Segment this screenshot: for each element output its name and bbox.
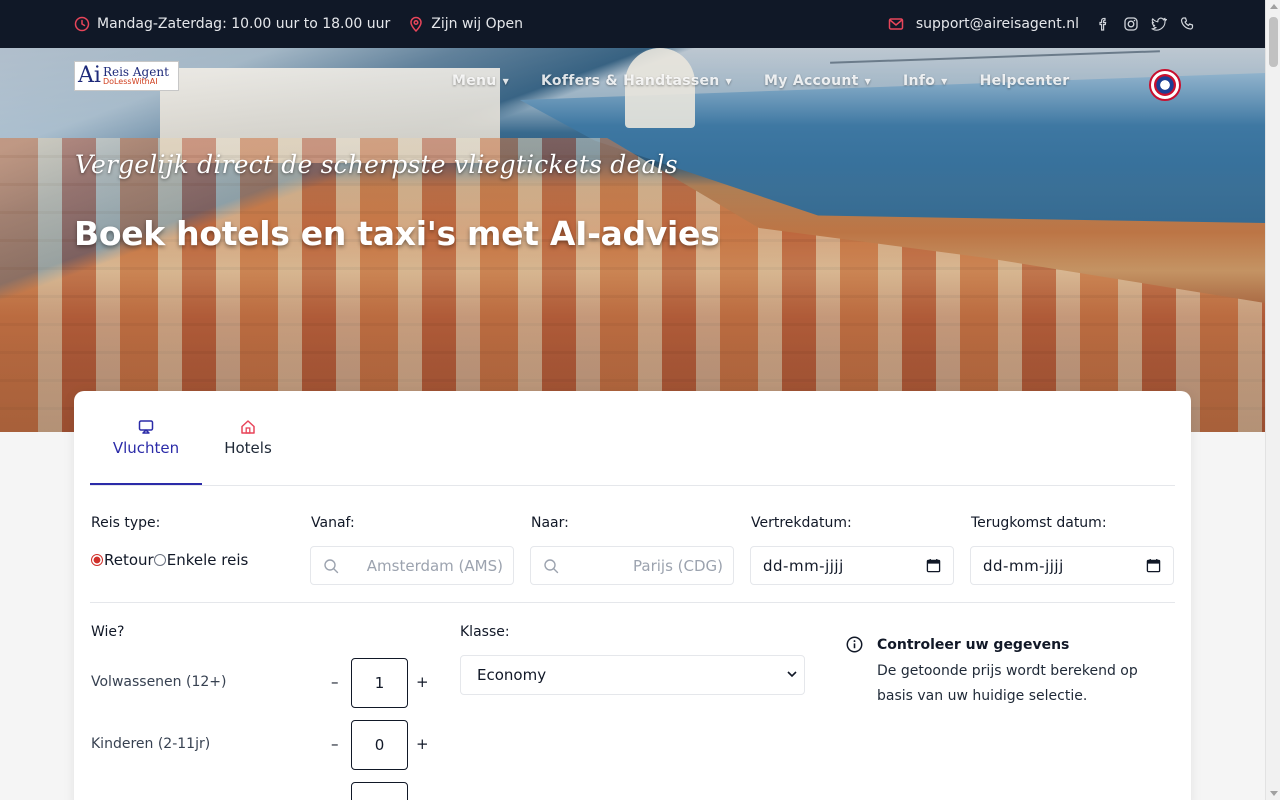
children-label: Kinderen (2-11jr) bbox=[91, 736, 211, 752]
return-date-label: Terugkomst datum: bbox=[971, 515, 1107, 531]
search-tabs: Vluchten Hotels bbox=[90, 419, 1175, 486]
nav-item-menu[interactable]: Menu ▼ bbox=[452, 73, 509, 89]
search-icon bbox=[324, 559, 339, 574]
chevron-down-icon bbox=[787, 671, 797, 678]
notice-body: De getoonde prijs wordt berekend op basi… bbox=[877, 663, 1138, 704]
nav-item-my-account[interactable]: My Account ▼ bbox=[764, 73, 871, 89]
return-date-value: dd-mm-jjjj bbox=[983, 557, 1064, 575]
trip-type-label: Reis type: bbox=[91, 515, 161, 531]
radio-retour-label[interactable]: Retour bbox=[104, 551, 154, 569]
plane-screen-icon bbox=[138, 420, 154, 434]
nav-item-koffers[interactable]: Koffers & Handtassen ▼ bbox=[541, 73, 732, 89]
notice-title: Controleer uw gegevens bbox=[877, 637, 1070, 653]
tab-hotels[interactable]: Hotels bbox=[210, 419, 286, 485]
hero-subtitle: Vergelijk direct de scherpste vliegticke… bbox=[75, 150, 678, 179]
logo-ai-mark: Ai bbox=[78, 63, 101, 88]
hero-title: Boek hotels en taxi's met AI-advies bbox=[74, 214, 720, 253]
nav-item-helpcenter[interactable]: Helpcenter bbox=[980, 73, 1070, 89]
chevron-down-icon: ▼ bbox=[502, 76, 510, 86]
clock-icon bbox=[74, 16, 90, 32]
from-input-placeholder: Amsterdam (AMS) bbox=[366, 557, 503, 575]
calendar-icon[interactable] bbox=[1146, 558, 1161, 573]
adults-count-input[interactable]: 1 bbox=[351, 658, 408, 708]
adults-plus-button[interactable]: + bbox=[416, 673, 429, 691]
open-status-text: Zijn wij Open bbox=[431, 16, 524, 32]
depart-date-input[interactable]: dd-mm-jjjj bbox=[750, 546, 954, 585]
nav-item-info[interactable]: Info ▼ bbox=[903, 73, 948, 89]
to-input-placeholder: Parijs (CDG) bbox=[633, 557, 723, 575]
depart-date-value: dd-mm-jjjj bbox=[763, 557, 844, 575]
language-flag-icon[interactable] bbox=[1149, 69, 1181, 101]
info-icon bbox=[846, 636, 863, 653]
flight-search-card: Vluchten Hotels Reis type: Retour Enkele… bbox=[74, 391, 1191, 800]
facebook-icon[interactable] bbox=[1095, 16, 1111, 32]
return-date-input[interactable]: dd-mm-jjjj bbox=[970, 546, 1174, 585]
logo-tagline: DoLessWithAI bbox=[102, 77, 158, 86]
opening-hours-text: Mandag-Zaterdag: 10.00 uur to 18.00 uur bbox=[97, 16, 391, 32]
tab-vluchten[interactable]: Vluchten bbox=[90, 419, 202, 485]
radio-retour[interactable] bbox=[91, 554, 103, 566]
calendar-icon[interactable] bbox=[926, 558, 941, 573]
radio-enkele-reis-label[interactable]: Enkele reis bbox=[167, 551, 249, 569]
adults-label: Volwassenen (12+) bbox=[91, 674, 227, 690]
to-label: Naar: bbox=[531, 515, 569, 531]
infants-count-input[interactable] bbox=[351, 782, 408, 800]
class-select-value: Economy bbox=[477, 666, 547, 684]
opening-hours: Mandag-Zaterdag: 10.00 uur to 18.00 uur bbox=[74, 16, 390, 32]
chevron-down-icon: ▼ bbox=[864, 76, 872, 86]
children-count-input[interactable]: 0 bbox=[351, 720, 408, 770]
section-divider bbox=[90, 602, 1175, 603]
site-logo[interactable]: Ai Reis Agent DoLessWithAI bbox=[74, 61, 179, 91]
instagram-icon[interactable] bbox=[1123, 16, 1139, 32]
phone-icon[interactable] bbox=[1179, 16, 1195, 32]
class-label: Klasse: bbox=[460, 624, 510, 640]
tab-vluchten-label: Vluchten bbox=[112, 439, 180, 457]
from-label: Vanaf: bbox=[311, 515, 355, 531]
main-nav: Menu ▼ Koffers & Handtassen ▼ My Account ▼ … bbox=[452, 73, 1069, 89]
top-info-left: Mandag-Zaterdag: 10.00 uur to 18.00 uur … bbox=[74, 0, 523, 48]
from-input[interactable]: Amsterdam (AMS) bbox=[310, 546, 514, 585]
scrollbar-thumb[interactable] bbox=[1269, 17, 1278, 67]
twitter-icon[interactable] bbox=[1151, 16, 1167, 32]
page-scrollbar[interactable] bbox=[1265, 0, 1280, 800]
top-info-right: support@aireisagent.nl bbox=[888, 0, 1195, 48]
radio-enkele-reis[interactable] bbox=[153, 554, 166, 566]
children-plus-button[interactable]: + bbox=[416, 735, 429, 753]
scroll-down-arrow-icon[interactable] bbox=[1270, 791, 1278, 796]
tab-hotels-label: Hotels bbox=[224, 439, 272, 457]
chevron-down-icon: ▼ bbox=[725, 76, 732, 86]
scroll-up-arrow-icon[interactable] bbox=[1270, 4, 1278, 9]
location-icon bbox=[410, 16, 423, 32]
home-icon bbox=[241, 420, 255, 434]
adults-minus-button[interactable]: – bbox=[331, 673, 339, 691]
to-input[interactable]: Parijs (CDG) bbox=[530, 546, 734, 585]
mail-icon bbox=[888, 18, 904, 30]
who-label: Wie? bbox=[91, 624, 125, 640]
search-icon bbox=[544, 559, 559, 574]
support-email-link[interactable]: support@aireisagent.nl bbox=[916, 16, 1079, 32]
class-select[interactable]: Economy bbox=[460, 655, 805, 695]
trip-type-radio-group: Retour Enkele reis bbox=[91, 551, 248, 569]
chevron-down-icon: ▼ bbox=[941, 76, 948, 86]
open-status[interactable]: Zijn wij Open bbox=[408, 16, 523, 32]
depart-date-label: Vertrekdatum: bbox=[751, 515, 852, 531]
top-info-bar: Mandag-Zaterdag: 10.00 uur to 18.00 uur … bbox=[0, 0, 1265, 48]
children-minus-button[interactable]: – bbox=[331, 735, 339, 753]
